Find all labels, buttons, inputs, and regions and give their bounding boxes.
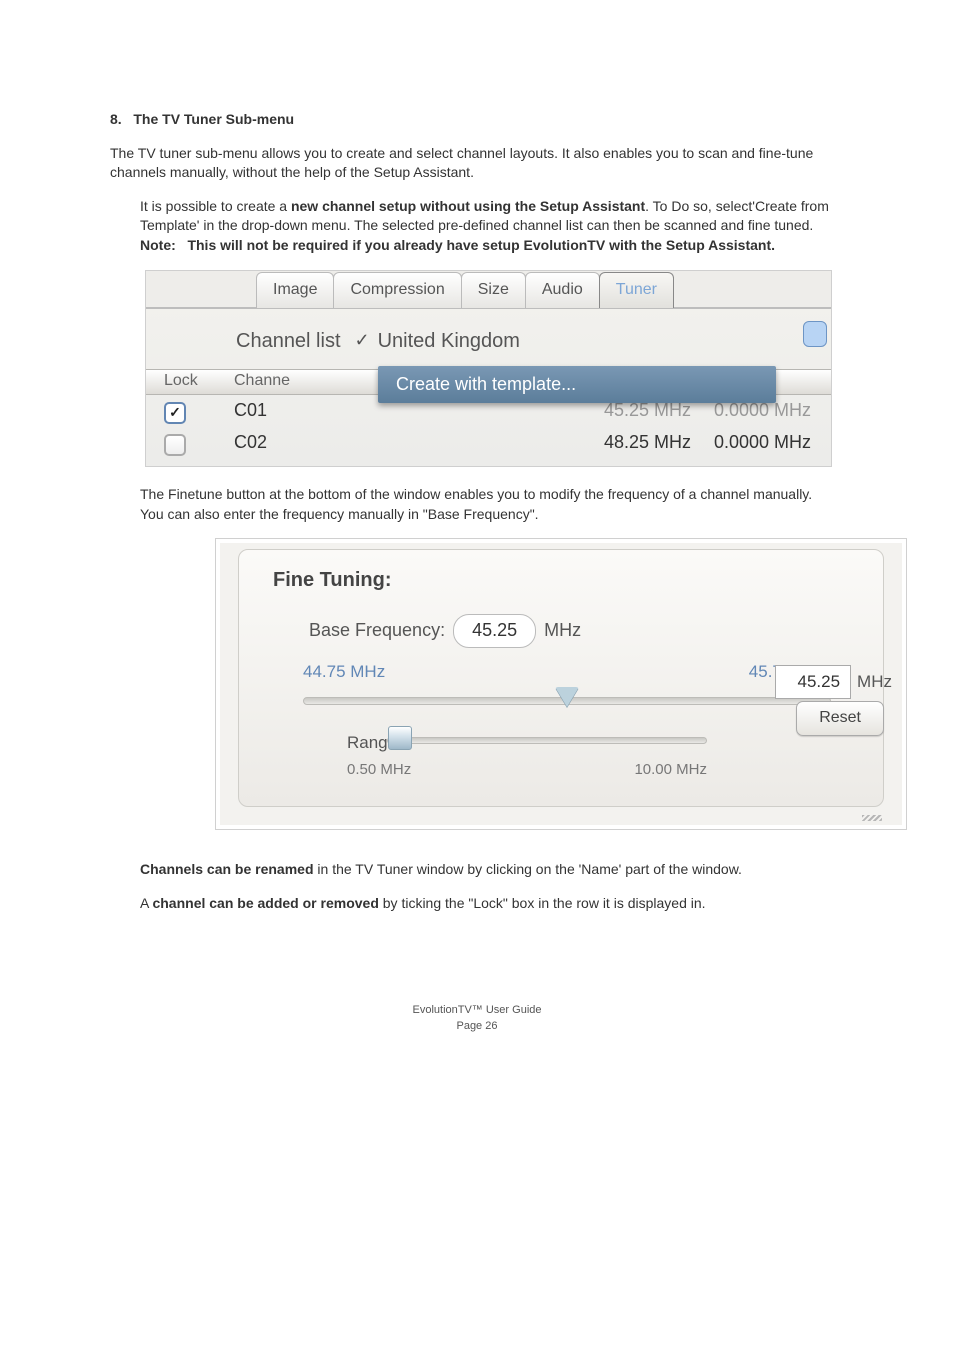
scroll-thumb[interactable]	[803, 321, 827, 347]
paragraph-add-remove: A channel can be added or removed by tic…	[140, 894, 834, 914]
current-value-unit: MHz	[857, 670, 892, 694]
base-frequency-unit: MHz	[544, 618, 581, 643]
section-title: The TV Tuner Sub-menu	[133, 111, 294, 127]
channel-list-dropdown[interactable]: Channel list ✓ United Kingdom	[146, 309, 831, 369]
para4-bold: channel can be added or removed	[152, 895, 378, 911]
tab-bar: Image Compression Size Audio Tuner	[146, 271, 831, 309]
note-label: Note:	[140, 237, 176, 253]
para4-a: A	[140, 895, 152, 911]
lock-checkbox[interactable]	[164, 434, 186, 456]
paragraph-create-template: It is possible to create a new channel s…	[140, 197, 834, 256]
para1-a: It is possible to create a	[140, 198, 291, 214]
para3-bold: Channels can be renamed	[140, 861, 314, 877]
channel-table-header: Lock Channe Create with template...	[146, 369, 831, 395]
tab-tuner[interactable]: Tuner	[599, 272, 674, 307]
cell-channel: C01	[234, 395, 324, 427]
cell-fine: 0.0000 MHz	[691, 427, 831, 466]
para1-bold: new channel setup without using the Setu…	[291, 198, 645, 214]
para4-b: by ticking the "Lock" box in the row it …	[379, 895, 706, 911]
range-min: 0.50 MHz	[347, 759, 411, 780]
range-scale: 0.50 MHz 10.00 MHz	[387, 759, 707, 780]
section-heading: 8. The TV Tuner Sub-menu	[110, 110, 844, 130]
resize-grip-icon[interactable]	[862, 815, 882, 821]
channel-table-body: C01 45.25 MHz 0.0000 MHz C02 48.25 MHz 0…	[146, 395, 831, 467]
freq-scale: 44.75 MHz 45.75 MHz	[303, 660, 831, 684]
intro-paragraph: The TV tuner sub-menu allows you to crea…	[110, 144, 844, 183]
screenshot-fine-tuning: Fine Tuning: Base Frequency: 45.25 MHz 4…	[215, 538, 907, 830]
base-frequency-row: Base Frequency: 45.25 MHz	[309, 614, 861, 647]
cell-channel: C02	[234, 427, 324, 466]
tab-audio[interactable]: Audio	[525, 272, 600, 307]
screenshot-tuner-tabs: Image Compression Size Audio Tuner Chann…	[145, 270, 832, 468]
tab-size[interactable]: Size	[461, 272, 526, 307]
range-slider[interactable]	[387, 723, 707, 753]
scale-min: 44.75 MHz	[303, 660, 385, 684]
tab-image[interactable]: Image	[256, 272, 334, 307]
fine-tuning-title: Fine Tuning:	[273, 566, 861, 594]
para3-rest: in the TV Tuner window by clicking on th…	[314, 861, 742, 877]
check-icon: ✓	[355, 328, 370, 353]
channel-list-value: United Kingdom	[378, 327, 520, 355]
cell-freq: 48.25 MHz	[561, 427, 691, 466]
range-max: 10.00 MHz	[634, 759, 707, 780]
document-page: 8. The TV Tuner Sub-menu The TV tuner su…	[0, 0, 954, 1074]
tab-compression[interactable]: Compression	[333, 272, 461, 307]
lock-checkbox[interactable]	[164, 402, 186, 424]
channel-list-label: Channel list	[236, 327, 341, 355]
paragraph-rename: Channels can be renamed in the TV Tuner …	[140, 860, 834, 880]
base-frequency-input[interactable]: 45.25	[453, 614, 536, 647]
col-channel: Channe	[234, 370, 324, 392]
col-lock: Lock	[164, 370, 234, 392]
footer-page-label: Page	[456, 1020, 482, 1032]
menu-create-with-template[interactable]: Create with template...	[378, 366, 776, 403]
current-value-input[interactable]: 45.25	[775, 665, 851, 699]
frequency-slider[interactable]	[303, 685, 831, 713]
footer-title: EvolutionTV™ User Guide	[413, 1004, 542, 1016]
note-text: This will not be required if you already…	[187, 237, 775, 253]
paragraph-finetune: The Finetune button at the bottom of the…	[140, 485, 834, 524]
slider-thumb[interactable]	[555, 687, 579, 707]
reset-button[interactable]: Reset	[796, 701, 884, 735]
current-value-box: 45.25 MHz	[775, 665, 892, 699]
page-footer: EvolutionTV™ User Guide Page 26	[110, 1003, 844, 1034]
footer-page-number: 26	[485, 1020, 497, 1032]
base-frequency-label: Base Frequency:	[309, 618, 445, 643]
slider-thumb[interactable]	[388, 726, 412, 750]
slider-track	[387, 737, 707, 744]
section-number: 8.	[110, 111, 122, 127]
